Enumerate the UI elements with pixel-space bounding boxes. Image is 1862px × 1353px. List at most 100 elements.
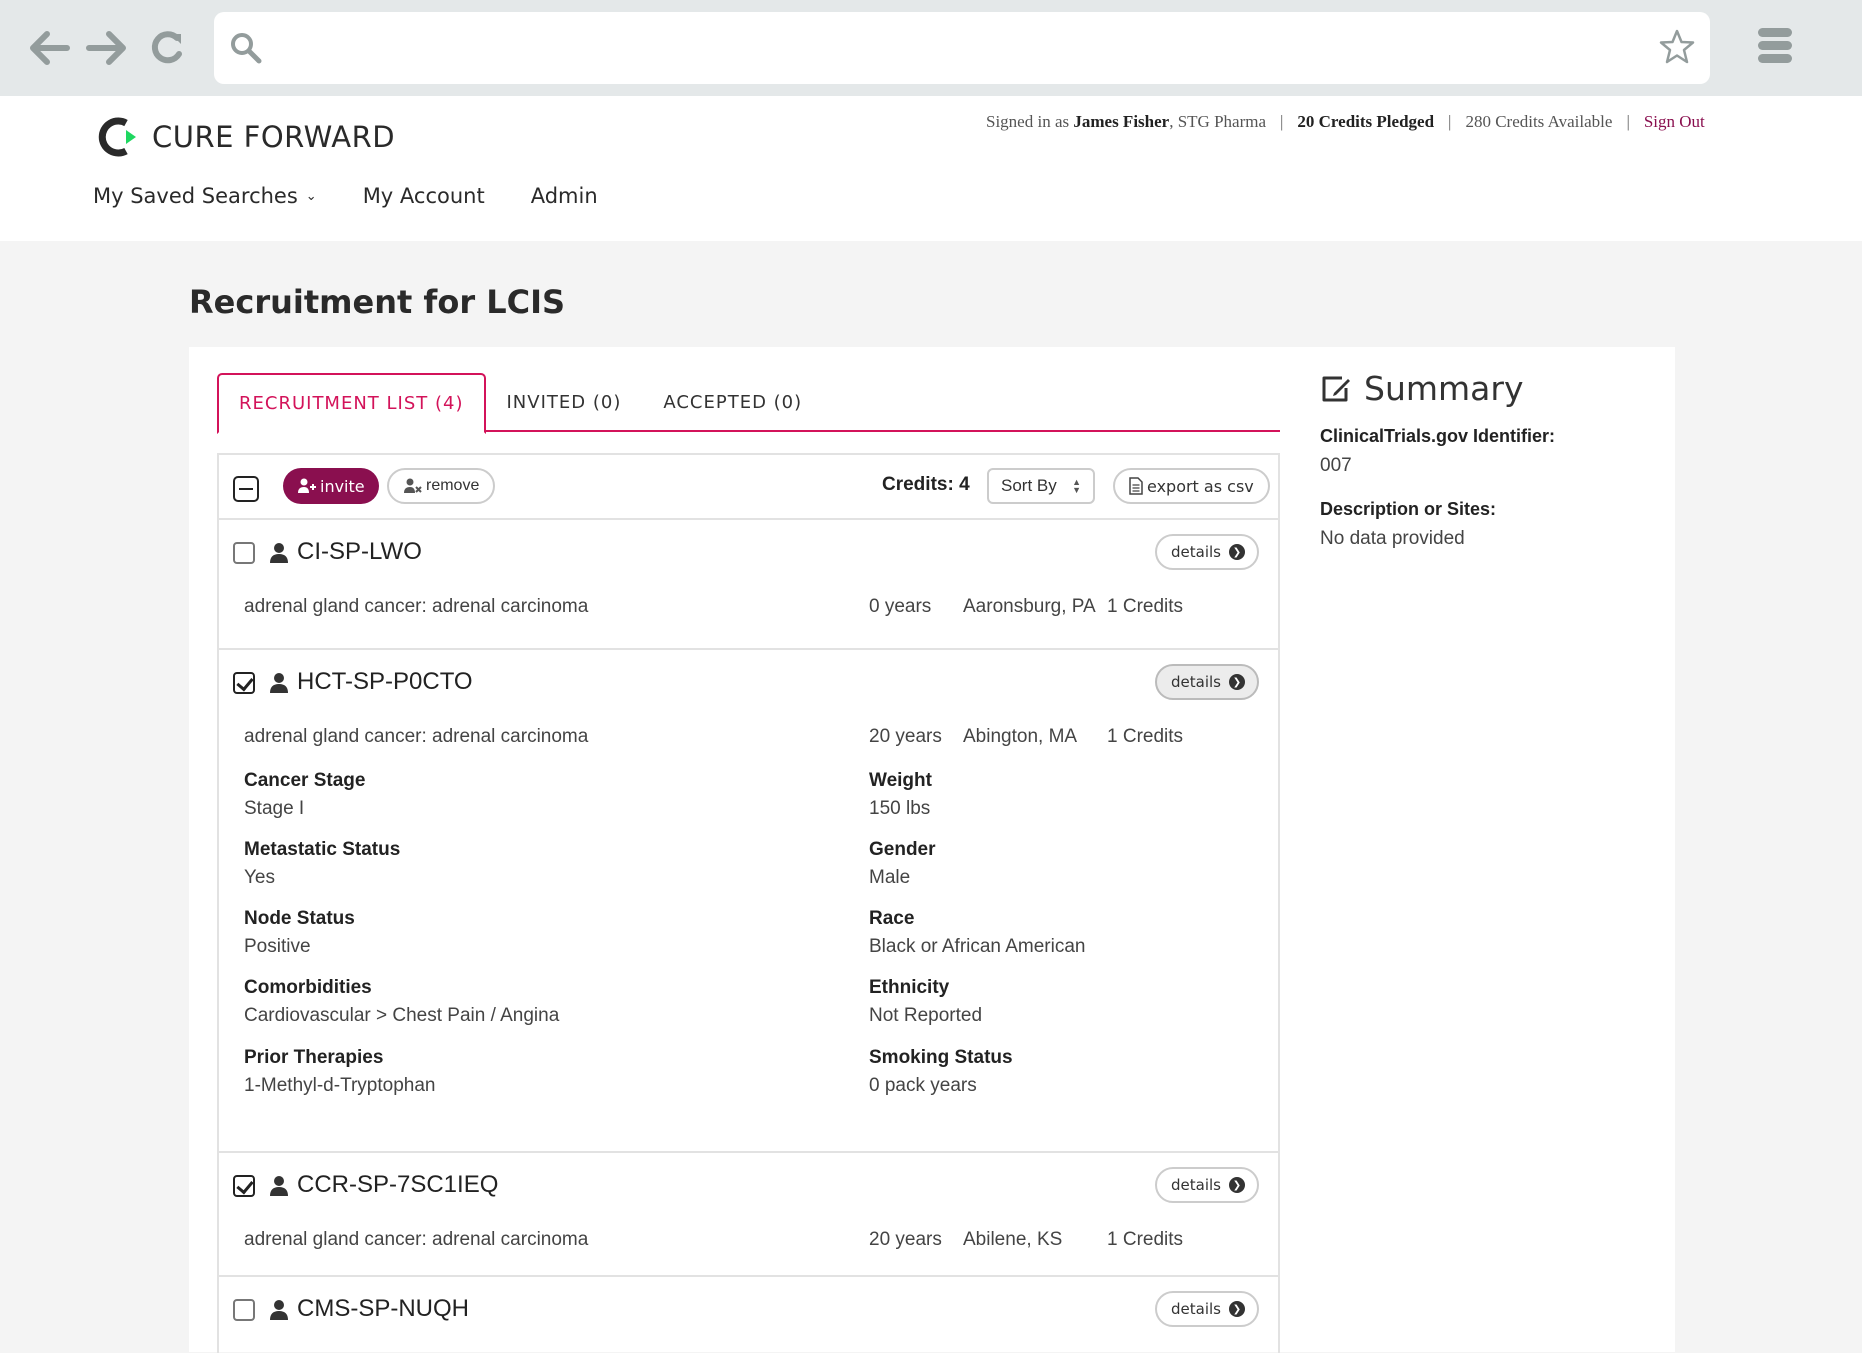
back-arrow-icon <box>30 31 70 65</box>
patient-id: CI-SP-LWO <box>297 538 422 565</box>
user-name: James Fisher <box>1073 112 1170 131</box>
summary-title: Summary <box>1364 369 1524 408</box>
detail-field: Cancer Stage Stage I <box>244 770 365 820</box>
detail-value: Yes <box>244 867 275 888</box>
brand-name: CURE FORWARD <box>152 120 396 154</box>
site-header: CURE FORWARD Signed in as James Fisher, … <box>0 96 1862 241</box>
star-icon[interactable] <box>1658 28 1696 66</box>
detail-label: Prior Therapies <box>244 1047 384 1068</box>
details-button[interactable]: details ❯ <box>1155 1291 1259 1327</box>
summary-value: No data provided <box>1320 528 1465 549</box>
item-credits: 1 Credits <box>1107 596 1184 617</box>
diagnosis: adrenal gland cancer: adrenal carcinoma <box>244 596 589 617</box>
patient-id: HCT-SP-P0CTO <box>297 668 473 695</box>
sort-label: Sort By <box>1001 476 1057 495</box>
credits-pledged: 20 Credits Pledged <box>1297 112 1435 131</box>
summary-label: ClinicalTrials.gov Identifier: <box>1320 426 1556 446</box>
invite-button[interactable]: invite <box>283 468 379 504</box>
export-csv-button[interactable]: export as csv <box>1113 468 1270 504</box>
tab-recruitment-list[interactable]: RECRUITMENT LIST (4) <box>217 373 486 434</box>
patient-details: Cancer Stage Stage I Weight 150 lbs Metast… <box>219 770 1278 1096</box>
url-input[interactable] <box>278 12 1618 84</box>
list-toolbar: invite remove Credits: 4 Sort By ▲ ▼ expo… <box>219 455 1278 520</box>
logo[interactable]: CURE FORWARD <box>96 114 395 160</box>
edit-icon <box>1322 376 1350 401</box>
item-checkbox[interactable] <box>233 672 255 694</box>
details-label: details <box>1171 1176 1221 1194</box>
detail-field: Gender Male <box>869 839 936 889</box>
item-checkbox[interactable] <box>233 1299 255 1321</box>
page-title: Recruitment for LCIS <box>189 283 566 321</box>
select-arrows-icon: ▲ ▼ <box>1072 477 1081 495</box>
detail-label: Race <box>869 908 915 929</box>
detail-field: Comorbidities Cardiovascular > Chest Pain… <box>244 977 559 1027</box>
details-button[interactable]: details ❯ <box>1155 1167 1259 1203</box>
select-all-checkbox[interactable] <box>233 476 259 502</box>
detail-value: Black or African American <box>869 936 1086 957</box>
user-remove-icon <box>404 478 422 493</box>
summary-heading: Summary <box>1320 369 1640 408</box>
detail-field: Ethnicity Not Reported <box>869 977 982 1027</box>
detail-value: 0 pack years <box>869 1075 977 1096</box>
nav-admin[interactable]: Admin <box>531 184 598 208</box>
nav-my-saved-searches[interactable]: My Saved Searches ⌄ <box>93 184 317 208</box>
search-icon <box>231 33 262 64</box>
detail-label: Metastatic Status <box>244 839 401 860</box>
address-bar[interactable] <box>214 12 1710 84</box>
credits-available: 280 Credits Available <box>1465 112 1613 131</box>
chevron-down-icon: ⌄ <box>305 188 317 204</box>
item-checkbox[interactable] <box>233 1175 255 1197</box>
cure-forward-logo-icon <box>98 117 136 157</box>
chevron-right-circle-icon: ❯ <box>1229 1177 1245 1193</box>
detail-value: Not Reported <box>869 1005 983 1026</box>
nav-label: My Account <box>362 184 485 208</box>
summary-panel: Summary ClinicalTrials.gov Identifier: 0… <box>1320 369 1640 550</box>
tab-bar: RECRUITMENT LIST (4) INVITED (0) ACCEPTE… <box>217 373 1280 434</box>
detail-label: Node Status <box>244 908 355 929</box>
sign-out-link[interactable]: Sign Out <box>1644 112 1705 131</box>
detail-value: Male <box>869 867 911 888</box>
nav-my-account[interactable]: My Account <box>363 184 485 208</box>
remove-button[interactable]: remove <box>387 468 496 504</box>
summary-label: Description or Sites: <box>1320 499 1497 519</box>
back-button[interactable] <box>26 26 72 70</box>
nav-label: My Saved Searches <box>93 184 298 208</box>
item-credits: 1 Credits <box>1107 726 1184 747</box>
file-icon <box>1129 477 1143 495</box>
detail-label: Gender <box>869 839 936 860</box>
separator: | <box>1280 112 1284 131</box>
details-button[interactable]: details ❯ <box>1155 534 1259 570</box>
separator: | <box>1626 112 1630 131</box>
signed-in-prefix: Signed in as <box>986 112 1074 131</box>
details-label: details <box>1171 673 1221 691</box>
patient-id: CCR-SP-7SC1IEQ <box>297 1171 499 1198</box>
user-icon <box>270 1300 288 1320</box>
chevron-down-circle-icon: ❯ <box>1229 674 1245 690</box>
menu-icon[interactable] <box>1758 28 1796 68</box>
reload-button[interactable] <box>144 26 190 70</box>
tab-invited[interactable]: INVITED (0) <box>486 373 643 432</box>
item-credits: 1 Credits <box>1107 1229 1184 1250</box>
item-checkbox[interactable] <box>233 542 255 564</box>
detail-field: Metastatic Status Yes <box>244 839 400 889</box>
detail-value: Cardiovascular > Chest Pain / Angina <box>244 1005 560 1026</box>
detail-label: Smoking Status <box>869 1047 1013 1068</box>
tab-accepted[interactable]: ACCEPTED (0) <box>642 373 823 432</box>
chevron-right-circle-icon: ❯ <box>1229 544 1245 560</box>
sort-by-select[interactable]: Sort By ▲ ▼ <box>987 468 1095 504</box>
user-icon <box>270 543 288 563</box>
user-info: Signed in as James Fisher, STG Pharma | 20… <box>986 112 1705 132</box>
location: Aaronsburg, PA <box>963 596 1096 617</box>
remove-label: remove <box>426 477 480 494</box>
detail-field: Weight 150 lbs <box>869 770 932 820</box>
user-plus-icon <box>298 478 316 493</box>
company-name: , STG Pharma <box>1169 112 1266 131</box>
detail-value: Positive <box>244 936 311 957</box>
location: Abilene, KS <box>963 1229 1063 1250</box>
details-button[interactable]: details ❯ <box>1155 664 1259 700</box>
user-icon <box>270 1176 288 1196</box>
chevron-right-circle-icon: ❯ <box>1229 1301 1245 1317</box>
forward-button[interactable] <box>84 26 130 70</box>
detail-field: Race Black or African American <box>869 908 1085 958</box>
detail-label: Weight <box>869 770 932 791</box>
